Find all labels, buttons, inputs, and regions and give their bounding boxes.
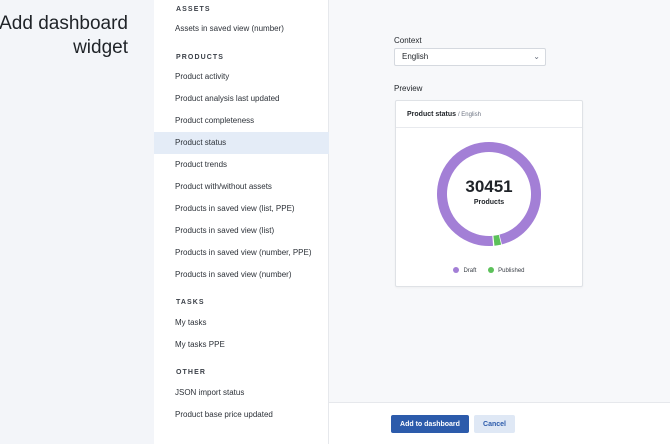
widget-item-product-status[interactable]: Product status (154, 132, 329, 154)
section-heading-assets: ASSETS (176, 6, 211, 13)
context-select-value: English (402, 52, 429, 61)
page-title: Add dashboard widget (0, 13, 128, 58)
section-heading-other: OTHER (176, 369, 206, 376)
legend-dot-published (488, 267, 495, 273)
widget-item-product-completeness[interactable]: Product completeness (154, 110, 329, 132)
chevron-down-icon: ⌄ (533, 52, 540, 61)
preview-card: Product status / English 30451 Products … (395, 100, 583, 287)
section-heading-products: PRODUCTS (176, 54, 225, 61)
context-select[interactable]: English ⌄ (394, 48, 546, 66)
section-heading-tasks: TASKS (176, 299, 205, 306)
widget-item-product-trends[interactable]: Product trends (154, 154, 329, 176)
context-label: Context (394, 36, 422, 45)
donut-total: 30451 (465, 177, 513, 196)
left-panel: Add dashboard widget (0, 0, 154, 444)
preview-label: Preview (394, 84, 423, 93)
legend-item-draft: Draft (453, 267, 476, 274)
widget-item-json-import-status[interactable]: JSON import status (154, 382, 329, 404)
add-to-dashboard-button[interactable]: Add to dashboard (391, 415, 469, 433)
widget-item-assets-in-saved-view-number[interactable]: Assets in saved view (number) (154, 18, 329, 40)
widget-item-product-with-without-assets[interactable]: Product with/without assets (154, 176, 329, 198)
cancel-button[interactable]: Cancel (474, 415, 515, 433)
widget-item-products-saved-view-number[interactable]: Products in saved view (number) (154, 264, 329, 286)
widget-item-my-tasks-ppe[interactable]: My tasks PPE (154, 334, 329, 356)
chart-legend: Draft Published (396, 267, 582, 274)
widget-list: ASSETS Assets in saved view (number) PRO… (154, 0, 329, 444)
legend-label-published: Published (498, 268, 525, 274)
widget-item-products-saved-view-list[interactable]: Products in saved view (list) (154, 220, 329, 242)
widget-item-product-base-price-updated[interactable]: Product base price updated (154, 404, 329, 426)
preview-card-header: Product status / English (396, 101, 582, 128)
legend-dot-draft (453, 267, 460, 273)
widget-item-products-saved-view-number-ppe[interactable]: Products in saved view (number, PPE) (154, 242, 329, 264)
preview-card-title: Product status (407, 111, 457, 118)
widget-item-products-saved-view-list-ppe[interactable]: Products in saved view (list, PPE) (154, 198, 329, 220)
widget-item-product-analysis-last-updated[interactable]: Product analysis last updated (154, 88, 329, 110)
preview-card-subtitle: / English (457, 112, 481, 118)
donut-caption: Products (473, 199, 505, 206)
legend-item-published: Published (488, 267, 525, 274)
widget-item-my-tasks[interactable]: My tasks (154, 312, 329, 334)
legend-label-draft: Draft (463, 268, 477, 274)
widget-item-product-activity[interactable]: Product activity (154, 66, 329, 88)
